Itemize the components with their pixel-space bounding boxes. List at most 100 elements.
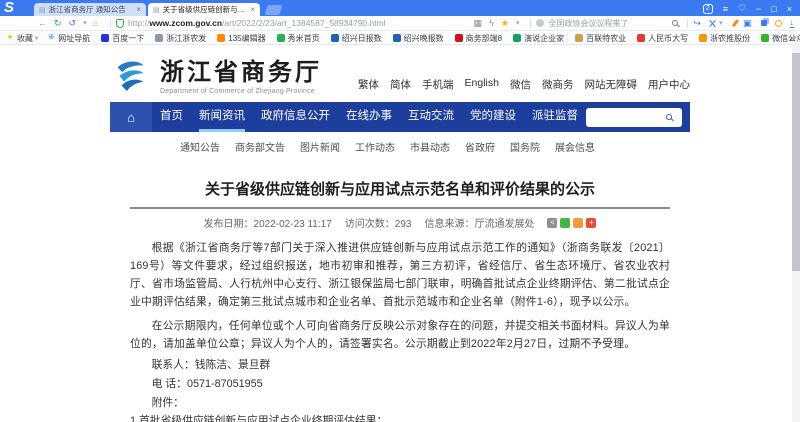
maximize-icon[interactable]: □ <box>771 4 776 14</box>
url-host: www.zcom.gov.cn <box>149 18 223 28</box>
nav-item[interactable]: 党的建设 <box>470 102 516 132</box>
home-icon[interactable]: ⌂ <box>93 17 98 30</box>
bookmark-item[interactable]: 演说企业家 <box>513 33 566 44</box>
nav-item[interactable]: 派驻监督 <box>532 102 578 132</box>
search-engine-icon[interactable] <box>536 19 545 27</box>
utility-link[interactable]: English <box>465 77 499 92</box>
bookmark-favicon-icon <box>101 34 110 42</box>
utility-link[interactable]: 简体 <box>390 77 411 92</box>
contact-line: 联系人：钱陈洁、景旦群 <box>151 358 271 371</box>
utility-link[interactable]: 网站无障碍 <box>585 77 638 92</box>
close-icon[interactable]: × <box>787 4 792 14</box>
nav-home-icon[interactable]: ⌂ <box>110 102 152 132</box>
window-count-badge[interactable]: 2 <box>702 3 713 14</box>
bookmark-item[interactable]: 百度一下 <box>101 33 146 44</box>
tab-close-icon[interactable]: × <box>250 5 255 14</box>
subnav-item[interactable]: 商务部文告 <box>235 139 285 154</box>
history-icon[interactable]: ↺ <box>69 17 77 30</box>
browser-search-box[interactable]: 全国政协会议议程来了 <box>548 18 668 29</box>
bookmarks-overflow-icon[interactable]: » <box>790 33 795 43</box>
subnav-item[interactable]: 工作动态 <box>355 139 395 154</box>
lightning-icon[interactable]: ϟ <box>489 17 494 30</box>
scrollbar-track[interactable] <box>792 45 800 422</box>
bookmark-favicon-icon <box>217 34 226 42</box>
bookmark-item[interactable]: 商务部端8 <box>454 33 504 44</box>
ring-icon[interactable] <box>774 19 782 27</box>
skin-icon[interactable]: ♡ <box>738 3 746 14</box>
favorites-star-icon[interactable]: ★ <box>501 17 509 30</box>
nav-search-box[interactable] <box>586 107 682 127</box>
main-nav: ⌂ 首页 新闻资讯 政府信息公开 在线办事 互动交流 党的建设 派驻监督 <box>110 102 690 132</box>
title-divider <box>130 207 670 209</box>
subnav-item[interactable]: 展会信息 <box>555 139 595 154</box>
more-share-icon[interactable]: + <box>586 217 597 228</box>
browser-titlebar: S ▤ 浙江省商务厅 通知公告 × ▤ 关于省级供应链创新与… × 2 ≡ ♡ <box>0 0 800 16</box>
url-path: /art/2022/2/23/art_1384587_58934790.html <box>222 18 386 28</box>
bookmark-label: 收藏 <box>17 33 33 43</box>
nav-item[interactable]: 政府信息公开 <box>261 102 330 132</box>
utility-link[interactable]: 手机端 <box>422 77 454 92</box>
bookmark-item[interactable]: 人民币大写 <box>637 33 690 44</box>
nav-search-icon[interactable] <box>666 114 672 120</box>
tab-strip: ▤ 浙江省商务厅 通知公告 × ▤ 关于省级供应链创新与… × <box>34 0 262 16</box>
utility-link[interactable]: 微信 <box>510 77 531 92</box>
bookmark-label: 135编辑器 <box>228 33 266 43</box>
address-bar[interactable]: http://www.zcom.gov.cn/art/2022/2/23/art… <box>128 18 386 28</box>
utility-link[interactable]: 微商务 <box>542 77 574 92</box>
qzone-icon[interactable] <box>573 217 584 228</box>
new-tab-button[interactable] <box>264 5 283 15</box>
subnav-item[interactable]: 国务院 <box>510 139 540 154</box>
minimize-icon[interactable]: − <box>756 4 761 14</box>
bookmark-item[interactable]: 135编辑器 <box>217 33 267 44</box>
utility-links: 繁体 简体 手机端 English 微信 微商务 网站无障碍 用户中心 <box>358 63 690 92</box>
bookmark-item[interactable]: 浙农推股份 <box>699 33 752 44</box>
star-caret-icon[interactable]: ▾ <box>516 19 520 27</box>
bookmark-favicon-icon <box>699 34 708 42</box>
bookmark-item[interactable]: 浙江浙农发 <box>155 33 208 44</box>
subnav-item[interactable]: 图片新闻 <box>300 139 340 154</box>
security-shield-icon[interactable] <box>116 18 125 28</box>
nav-search-input[interactable] <box>590 109 662 125</box>
subnav-item[interactable]: 省政府 <box>465 139 495 154</box>
nav-item[interactable]: 互动交流 <box>408 102 454 132</box>
tabs-stack-icon[interactable] <box>760 20 767 26</box>
apps-grid-icon[interactable]: ▦ <box>474 17 483 30</box>
subnav-item[interactable]: 市县动态 <box>410 139 450 154</box>
nav-item[interactable]: 在线办事 <box>346 102 392 132</box>
nav-item[interactable]: 首页 <box>160 102 183 132</box>
bookmark-favicon-icon <box>454 34 463 42</box>
scissors-icon[interactable] <box>708 19 717 28</box>
browser-tab[interactable]: ▤ 浙江省商务厅 通知公告 × <box>34 3 146 16</box>
utility-link[interactable]: 用户中心 <box>648 77 690 92</box>
bookmark-item[interactable]: 秀米首页 <box>276 33 322 44</box>
login-icon[interactable]: ↪ <box>693 17 701 30</box>
bookmark-item[interactable]: ★ 收藏 ▾ <box>6 33 38 44</box>
visit-count: 访问次数：293 <box>344 219 412 230</box>
attachment-item[interactable]: 1.首批省级供应链创新与应用试点企业终期评估结果； <box>130 415 670 422</box>
scissors-caret-icon[interactable]: ▾ <box>719 19 723 27</box>
download-icon[interactable]: ↓ <box>789 18 794 28</box>
bookmark-item[interactable]: ⊕ 网址导航 <box>47 33 92 44</box>
bookmark-label: 网址导航 <box>58 33 91 43</box>
share-icon[interactable]: < <box>547 217 558 228</box>
nav-item[interactable]: 新闻资讯 <box>199 102 245 132</box>
bookmark-item[interactable]: 绍兴日报数 <box>330 33 384 44</box>
plugin-icon[interactable]: ▣ <box>743 17 752 30</box>
toolbar-right-cluster: ▦ ϟ ★ ▾ 全国政协会议议程来了 ↪ ▾ ▣ ↓ <box>474 17 794 30</box>
refresh-icon[interactable]: ↻ <box>54 17 62 30</box>
search-icon[interactable] <box>672 20 679 26</box>
subnav-item[interactable]: 通知公告 <box>180 139 220 154</box>
wechat-icon[interactable] <box>560 217 571 228</box>
browser-tab[interactable]: ▤ 关于省级供应链创新与… × <box>148 3 260 16</box>
scrollbar-thumb[interactable] <box>792 53 800 271</box>
menu-icon[interactable]: ≡ <box>723 4 728 14</box>
bookmark-item[interactable]: 百联特农业 <box>575 33 628 44</box>
utility-link[interactable]: 繁体 <box>358 77 379 92</box>
tab-close-icon[interactable]: × <box>136 5 141 14</box>
back-icon[interactable]: ← <box>38 17 47 30</box>
brush-icon[interactable] <box>732 19 740 27</box>
bookmark-label: 百联特农业 <box>586 33 627 43</box>
publish-date: 发布日期：2022-02-23 11:17 <box>203 219 332 230</box>
history-caret-icon[interactable]: ▾ <box>83 19 87 27</box>
bookmark-item[interactable]: 绍兴晚报数 <box>392 33 446 44</box>
